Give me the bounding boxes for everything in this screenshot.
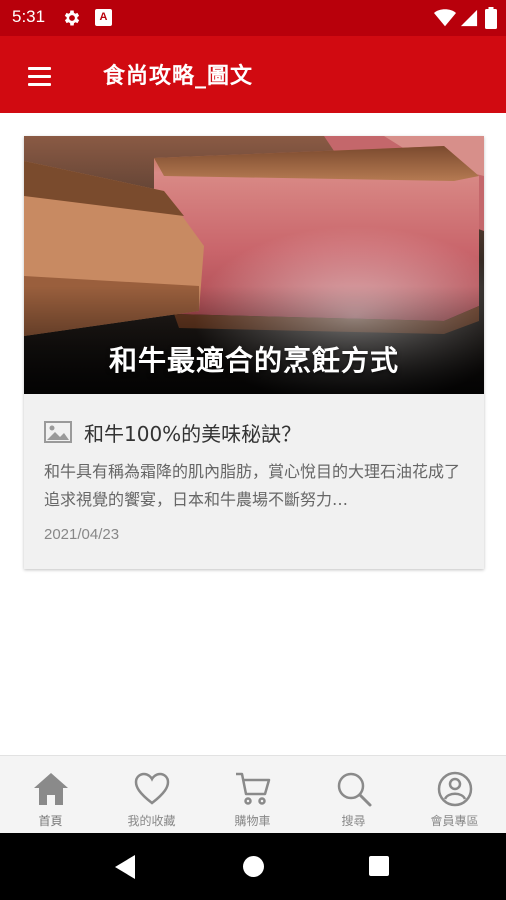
image-caption: 和牛最適合的烹飪方式 [108,344,399,377]
nav-item-search[interactable]: 搜尋 [303,756,404,834]
nav-item-cart[interactable]: 購物車 [202,756,303,834]
nav-label-home: 首頁 [38,814,63,828]
a-badge-icon: A [95,9,112,26]
article-card[interactable]: 和牛最適合的烹飪方式 和牛100%的美味秘訣？ 和牛具有稱為霜降的肌內脂肪，賞心… [24,136,484,569]
wifi-icon [434,9,456,27]
article-title[interactable]: 和牛100%的美味秘訣？ [84,418,301,447]
search-icon [337,772,372,807]
nav-item-home[interactable]: 首頁 [0,756,101,834]
bottom-nav: 首頁 我的收藏 購物車 搜尋 會員專區 [0,755,506,833]
status-bar: 5:31 A [0,0,506,36]
nav-label-search: 搜尋 [341,814,366,828]
app-bar: 食尚攻略_圖文 [0,36,506,113]
status-time: 5:31 [12,7,46,26]
heart-icon [134,772,170,805]
cart-icon [236,772,271,805]
home-icon [34,773,68,805]
nav-label-member: 會員專區 [430,814,479,828]
nav-label-favorites: 我的收藏 [127,814,176,828]
system-nav-bar [0,833,506,900]
nav-label-cart: 購物車 [234,814,271,828]
content-area: 和牛最適合的烹飪方式 和牛100%的美味秘訣？ 和牛具有稱為霜降的肌內脂肪，賞心… [0,113,506,755]
page-title: 食尚攻略_圖文 [103,64,254,89]
article-date: 2021/04/23 [44,526,120,543]
home-circle-icon[interactable] [243,856,264,877]
battery-icon [485,7,497,29]
back-icon[interactable] [113,854,137,880]
article-title-row: 和牛100%的美味秘訣？ [44,416,474,448]
hamburger-menu-icon[interactable] [16,56,60,96]
nav-item-member[interactable]: 會員專區 [404,756,505,834]
nav-item-favorites[interactable]: 我的收藏 [101,756,202,834]
user-icon [437,771,473,807]
image-icon [44,421,72,443]
signal-icon [460,9,478,27]
article-excerpt: 和牛具有稱為霜降的肌內脂肪，賞心悅目的大理石油花成了追求視覺的饗宴，日本和牛農場… [44,462,461,509]
gear-icon [64,10,80,26]
recents-icon[interactable] [369,856,389,876]
